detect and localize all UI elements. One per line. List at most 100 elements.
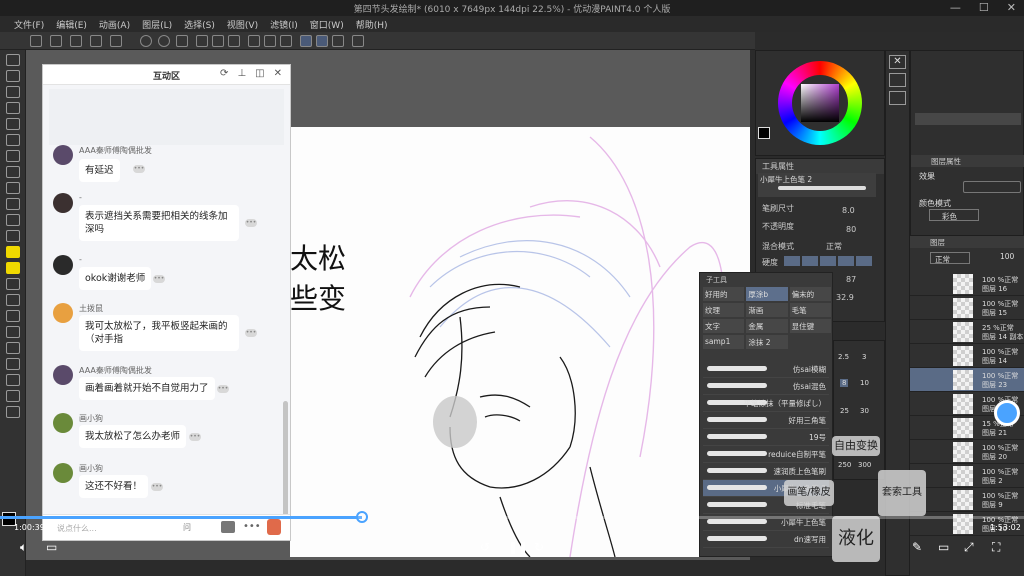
open-file-icon[interactable]: [50, 35, 62, 47]
menu-file[interactable]: 文件(F): [8, 16, 50, 32]
tool-group-tab[interactable]: 好用的: [703, 287, 745, 301]
menu-filter[interactable]: 滤镜(I): [264, 16, 304, 32]
pencil-tool-icon[interactable]: [6, 182, 20, 194]
airbrush-icon[interactable]: [6, 214, 20, 226]
layer-row[interactable]: 100 %正常 图层 15: [910, 296, 1024, 320]
expand-icon[interactable]: ⤢: [964, 540, 974, 555]
transform-icon[interactable]: [228, 35, 240, 47]
loading-icon[interactable]: [176, 35, 188, 47]
menu-help[interactable]: 帮助(H): [350, 16, 394, 32]
menu-layer[interactable]: 图层(L): [136, 16, 178, 32]
more-icon[interactable]: •••: [133, 165, 145, 173]
more-icon[interactable]: •••: [245, 219, 257, 227]
tool-group-tab[interactable]: 涂抹 2: [746, 335, 788, 349]
figure-tool-icon[interactable]: [6, 326, 20, 338]
layer-row[interactable]: 25 %正常 图层 14 副本: [910, 320, 1024, 344]
zoom-tool-icon[interactable]: [6, 54, 20, 66]
refresh-icon[interactable]: ⟳: [220, 68, 228, 79]
blend-mode-select[interactable]: 正常: [826, 241, 842, 252]
more-icon[interactable]: •••: [217, 385, 229, 393]
more-icon[interactable]: •••: [189, 433, 201, 441]
tool-group-tab[interactable]: 厚涂b: [746, 287, 788, 301]
blend-tool-icon[interactable]: [6, 246, 20, 258]
fullscreen-icon[interactable]: ⛶: [992, 540, 1000, 555]
export-icon[interactable]: [90, 35, 102, 47]
layer-row[interactable]: 100 %正常 图层 9: [910, 488, 1024, 512]
stabilize-value[interactable]: 32.9: [836, 293, 854, 302]
layer-row[interactable]: 100 %正常 图层 23: [910, 368, 1024, 392]
move-tool-icon[interactable]: [6, 70, 20, 82]
tool-group-tab[interactable]: 渐画: [746, 303, 788, 317]
more-icon[interactable]: •••: [245, 329, 257, 337]
object-tool-icon[interactable]: [6, 102, 20, 114]
gradient-icon[interactable]: [6, 310, 20, 322]
magic-wand-icon[interactable]: [6, 134, 20, 146]
menu-animation[interactable]: 动画(A): [93, 16, 136, 32]
brush-size-option[interactable]: 250: [838, 461, 851, 469]
rewind-icon[interactable]: ↺: [480, 540, 490, 554]
eraser-icon[interactable]: [6, 278, 20, 290]
brush-size-option[interactable]: 3: [862, 353, 866, 361]
chat-close-icon[interactable]: ✕: [274, 68, 282, 79]
layer-blend-select[interactable]: 正常: [930, 252, 970, 264]
sub-view-icon[interactable]: [889, 91, 906, 105]
brush-size-value[interactable]: 8.0: [842, 206, 855, 215]
more-icon[interactable]: •••: [151, 483, 163, 491]
current-color-swatch[interactable]: [758, 127, 770, 139]
liquify-tool-icon[interactable]: [6, 262, 20, 274]
chat-input[interactable]: 说点什么...: [57, 523, 97, 534]
effect-toggle[interactable]: [963, 181, 1021, 193]
balloon-tool-icon[interactable]: [6, 390, 20, 402]
brush-size-option[interactable]: 30: [860, 407, 869, 415]
grid-snap-icon[interactable]: [332, 35, 344, 47]
opacity-value[interactable]: 80: [846, 225, 856, 234]
hardness-slider[interactable]: [784, 256, 874, 266]
decoration-icon[interactable]: [6, 230, 20, 242]
print-icon[interactable]: [110, 35, 122, 47]
pin-icon[interactable]: ⊥: [237, 68, 246, 79]
maximize-button[interactable]: ☐: [979, 1, 989, 14]
brush-size-option[interactable]: 10: [860, 379, 869, 387]
tool-group-tab[interactable]: samp1: [703, 335, 745, 349]
ruler-tool-icon[interactable]: [6, 358, 20, 370]
tool-group-tab[interactable]: 金属: [746, 319, 788, 333]
pen-icon[interactable]: ✎: [912, 540, 922, 554]
folder-icon[interactable]: [221, 521, 235, 533]
free-transform-button[interactable]: 自由变换: [832, 436, 880, 456]
redo-icon[interactable]: [158, 35, 170, 47]
panel-close-icon[interactable]: ✕: [889, 55, 906, 69]
brush-size-option[interactable]: 300: [858, 461, 871, 469]
correct-line-icon[interactable]: [6, 406, 20, 418]
color-mode-select[interactable]: 彩色: [929, 209, 979, 221]
forward-icon[interactable]: ↻: [534, 540, 544, 554]
frame-tool-icon[interactable]: [6, 342, 20, 354]
drawing-canvas[interactable]: 太松 些变: [290, 127, 750, 558]
brush-item[interactable]: 仿sai模糊: [703, 361, 829, 378]
navigator-slider[interactable]: [915, 113, 1021, 125]
brush-size-option[interactable]: 8: [840, 379, 849, 387]
popout-icon[interactable]: ◫: [255, 68, 264, 79]
clear-icon[interactable]: [196, 35, 208, 47]
more-icon[interactable]: •••: [153, 275, 165, 283]
invert-selection-icon[interactable]: [264, 35, 276, 47]
density-value[interactable]: 87: [846, 275, 856, 284]
pen-tool-icon[interactable]: [6, 166, 20, 178]
ask-button[interactable]: 问: [183, 522, 191, 533]
brush-item[interactable]: 仿sai混色: [703, 378, 829, 395]
brush-size-option[interactable]: 2.5: [838, 353, 849, 361]
save-icon[interactable]: [70, 35, 82, 47]
brush-eraser-button[interactable]: 画笔/橡皮: [784, 480, 834, 506]
minimize-button[interactable]: —: [950, 1, 961, 14]
brush-tool-icon[interactable]: [6, 198, 20, 210]
pen-mode-icon[interactable]: [300, 35, 312, 47]
crop-icon[interactable]: [280, 35, 292, 47]
brush-item[interactable]: 速润质上色笔刷: [703, 463, 829, 480]
menu-window[interactable]: 窗口(W): [304, 16, 350, 32]
floating-action-button[interactable]: [994, 400, 1020, 426]
navigator-icon[interactable]: [889, 73, 906, 87]
ruler-snap-icon[interactable]: [316, 35, 328, 47]
brush-item[interactable]: 19号: [703, 429, 829, 446]
menu-view[interactable]: 视图(V): [221, 16, 264, 32]
fill-icon[interactable]: [212, 35, 224, 47]
tool-group-tab[interactable]: 毛笔: [789, 303, 831, 317]
